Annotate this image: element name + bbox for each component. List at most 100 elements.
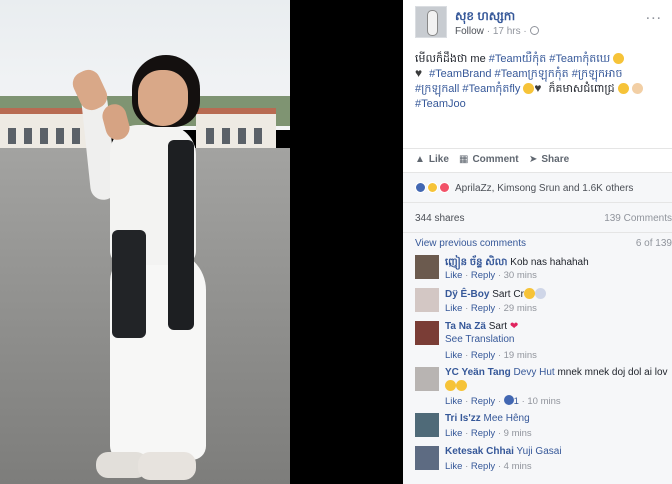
- reactions-row[interactable]: AprilaZz, Kimsong Srun and 1.6K others: [403, 172, 672, 202]
- meta-separator: ·: [523, 26, 527, 37]
- comment-time[interactable]: 4 mins: [504, 461, 532, 472]
- commenter-avatar[interactable]: [415, 288, 439, 312]
- commenter-avatar[interactable]: [415, 367, 439, 391]
- post-text-line1: មើលក៏ដឹងថា me #Teamយឺកុំត #Teamកុំតឃេ: [415, 53, 625, 65]
- commenter-avatar[interactable]: [415, 413, 439, 437]
- comment-actions: Like · Reply · 1 · 10 mins: [445, 395, 561, 407]
- comment-like-count-icon: [503, 395, 514, 405]
- hashtag-link[interactable]: #TeamBrand: [429, 68, 491, 80]
- post-photo[interactable]: [0, 0, 290, 484]
- comments-count[interactable]: 139 Comments: [604, 213, 672, 224]
- photo-person-bag: [112, 230, 146, 338]
- comment-text: Sart Cr: [492, 289, 524, 300]
- thumbs-up-icon: ▲: [415, 154, 425, 165]
- commenter-avatar[interactable]: [415, 446, 439, 470]
- commenter-name[interactable]: Ta Na Zä: [445, 321, 486, 332]
- comment-like-link[interactable]: Like: [445, 270, 462, 281]
- photo-person-shoe: [138, 452, 196, 480]
- commenter-name[interactable]: YC Yeän Tang: [445, 367, 511, 378]
- photo-person-face: [138, 70, 188, 126]
- comment-actions: Like · Reply · 29 mins: [445, 303, 537, 314]
- shares-count[interactable]: 344 shares: [415, 213, 464, 224]
- follow-link[interactable]: Follow: [455, 26, 484, 37]
- author-avatar[interactable]: [415, 6, 447, 38]
- post-text-segment: មើលក៏ដឹងថា me: [415, 53, 489, 65]
- comment-emojis: [445, 380, 467, 392]
- comment-reply-link[interactable]: Reply: [471, 396, 495, 407]
- comments-section: View previous comments 6 of 139 ញៀន ច័ន្…: [403, 232, 672, 484]
- post-header: សុខ ហស្សកា Follow · 17 hrs · ...: [403, 0, 672, 44]
- post-text-segment: ក៏គមាសជំពោជ្រ: [545, 83, 618, 95]
- comment-time[interactable]: 10 mins: [527, 396, 560, 407]
- photo-person-strap: [168, 140, 194, 330]
- reactions-summary[interactable]: AprilaZz, Kimsong Srun and 1.6K others: [455, 183, 633, 194]
- comment-like-link[interactable]: Like: [445, 396, 462, 407]
- commenter-name[interactable]: Ketesak Chhai: [445, 446, 514, 457]
- see-translation-link[interactable]: See Translation: [445, 334, 515, 345]
- comment-like-link[interactable]: Like: [445, 461, 462, 472]
- comment-reply-link[interactable]: Reply: [471, 270, 495, 281]
- worried-emoji-icon: [613, 53, 625, 64]
- heart-eyes-emoji-icon: [523, 288, 535, 299]
- hashtag-link[interactable]: #Teamក្រឡុកកុំត: [495, 68, 569, 80]
- haha-reaction-icon: [427, 182, 438, 193]
- laughing-emoji-icon: [456, 380, 467, 391]
- like-button[interactable]: ▲ Like: [415, 154, 449, 165]
- view-previous-comments-link[interactable]: View previous comments: [415, 238, 526, 249]
- comment-icon: ▦: [459, 154, 469, 165]
- hashtag-link[interactable]: #ក្រឡុកអាច: [572, 68, 623, 80]
- like-label: Like: [428, 154, 449, 165]
- comment-like-link[interactable]: Like: [445, 350, 462, 361]
- comment-reply-link[interactable]: Reply: [471, 461, 495, 472]
- hashtag-link[interactable]: #TeamJoo: [415, 98, 466, 110]
- post-time[interactable]: 17 hrs: [493, 26, 521, 37]
- comment-reply-link[interactable]: Reply: [471, 428, 495, 439]
- sweat-smile-emoji-icon: [445, 380, 456, 391]
- hashtag-link[interactable]: #Teamកុំតfly: [462, 83, 520, 95]
- post-meta: Follow · 17 hrs ·: [455, 26, 539, 37]
- share-icon: ➤: [529, 154, 538, 165]
- commenter-name[interactable]: Tri Is'zz: [445, 413, 481, 424]
- black-heart-emoji-icon: [534, 81, 545, 96]
- comment-time[interactable]: 29 mins: [504, 303, 537, 314]
- comment-button[interactable]: ▦ Comment: [459, 154, 519, 165]
- comment-time[interactable]: 9 mins: [504, 428, 532, 439]
- commenter-avatar[interactable]: [415, 321, 439, 345]
- comment-like-link[interactable]: Like: [445, 428, 462, 439]
- photo-building-right: [196, 108, 276, 152]
- hashtag-link[interactable]: #ក្រឡុកall: [415, 83, 459, 95]
- commenter-name[interactable]: Dÿ Ê-Boy: [445, 289, 489, 300]
- post-side-panel: សុខ ហស្សកា Follow · 17 hrs · ... មើលក៏ដឹ…: [403, 0, 672, 484]
- comment-actions: Like · Reply · 9 mins: [445, 428, 532, 439]
- comment-reply-link[interactable]: Reply: [471, 350, 495, 361]
- comment-like-link[interactable]: Like: [445, 303, 462, 314]
- comment-reply-link[interactable]: Reply: [471, 303, 495, 314]
- comment-like-count[interactable]: 1: [514, 396, 519, 407]
- photo-viewer-backdrop: [290, 0, 403, 484]
- mentioned-user-link[interactable]: Devy Hut: [514, 367, 555, 378]
- mentioned-user-link[interactable]: Mee Hêng: [484, 413, 530, 424]
- comment-time[interactable]: 30 mins: [504, 270, 537, 281]
- red-heart-emoji-icon: ❤: [509, 321, 519, 332]
- globe-icon: [529, 26, 539, 35]
- share-label: Share: [541, 154, 570, 165]
- like-reaction-icon: [415, 182, 426, 193]
- comment-text: mnek mnek doj dol ai lov: [557, 367, 668, 378]
- hashtag-link[interactable]: #Teamកុំតឃេ: [549, 53, 610, 65]
- comment-time[interactable]: 19 mins: [504, 350, 537, 361]
- mentioned-user-link[interactable]: Yuji Gasai: [517, 446, 562, 457]
- comment-actions: Like · Reply · 4 mins: [445, 461, 532, 472]
- hashtag-link[interactable]: #Teamយឺកុំត: [489, 53, 546, 65]
- more-options-icon[interactable]: ...: [646, 6, 662, 24]
- share-button[interactable]: ➤ Share: [529, 154, 569, 165]
- scream-emoji-icon: [534, 288, 546, 299]
- comment-label: Comment: [472, 154, 519, 165]
- comments-page-count: 6 of 139: [635, 238, 672, 249]
- meta-separator: ·: [486, 26, 491, 37]
- comment-text: Sart: [488, 321, 508, 332]
- commenter-avatar[interactable]: [415, 255, 439, 279]
- author-name[interactable]: សុខ ហស្សកា: [455, 8, 515, 26]
- commenter-name[interactable]: ញៀន ច័ន្ទ សិលា: [445, 257, 508, 268]
- comment-text: Kob nas hahahah: [510, 257, 589, 268]
- post-actions: ▲ Like ▦ Comment ➤ Share: [403, 148, 672, 172]
